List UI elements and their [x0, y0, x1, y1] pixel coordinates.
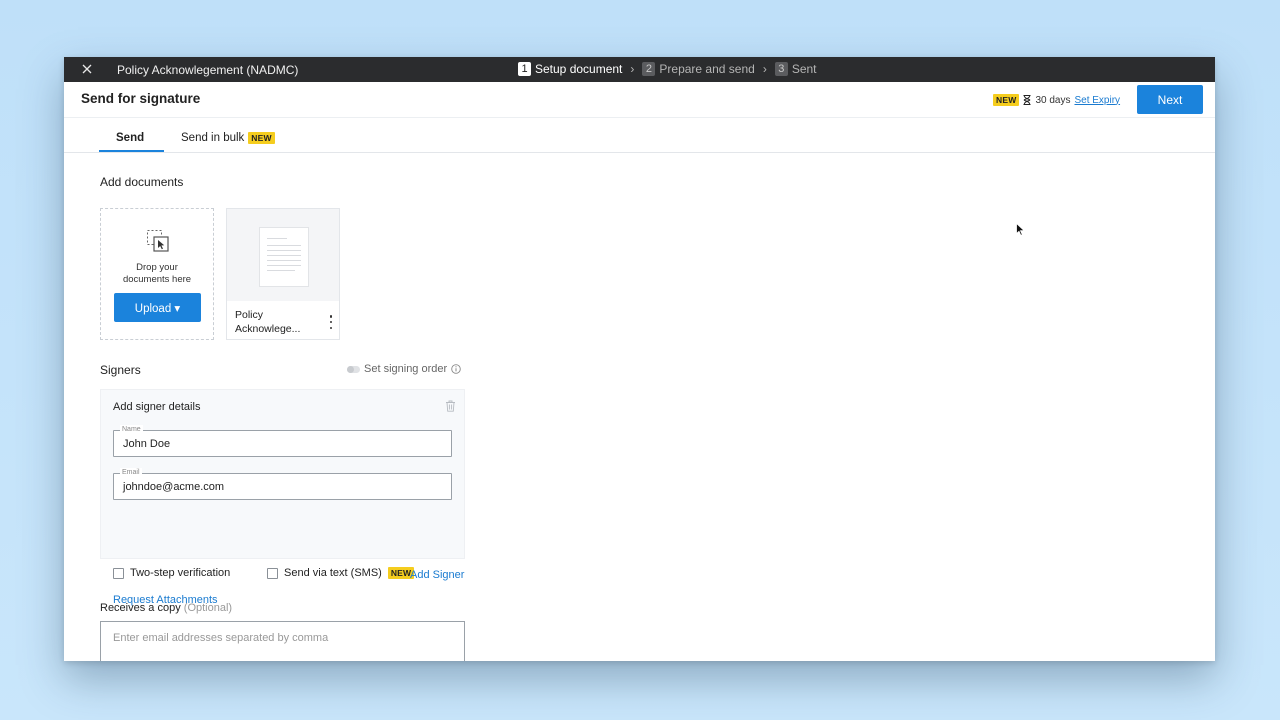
expiry-info: NEW 30 days Set Expiry	[993, 94, 1120, 106]
chevron-right-icon: ›	[762, 62, 767, 76]
expiry-days: 30 days	[1035, 94, 1071, 106]
document-thumbnail	[259, 227, 309, 287]
copy-recipients-input[interactable]	[111, 631, 445, 645]
page-header: Send for signature NEW 30 days Set Expir…	[64, 82, 1215, 118]
chevron-right-icon: ›	[630, 62, 635, 76]
two-step-verification-checkbox[interactable]	[113, 567, 124, 579]
upload-button[interactable]: Upload ▾	[114, 293, 201, 322]
signer-name-value: John Doe	[123, 438, 171, 450]
signer-name-field[interactable]: Name John Doe	[113, 425, 452, 457]
tab-send-in-bulk[interactable]: Send in bulk NEW	[181, 132, 275, 144]
tab-send[interactable]: Send	[116, 132, 144, 144]
add-documents-heading: Add documents	[100, 175, 184, 189]
step-label: Sent	[791, 62, 817, 76]
dropzone-text: Drop your documents here	[122, 262, 192, 285]
document-dropzone[interactable]: Drop your documents here Upload ▾	[100, 208, 214, 340]
hourglass-icon	[1023, 95, 1031, 105]
app-window: Policy Acknowlegement (NADMC) 1 Setup do…	[64, 57, 1215, 661]
signer-card-title: Add signer details	[113, 401, 201, 413]
set-signing-order-toggle[interactable]: Set signing order	[347, 363, 461, 375]
set-expiry-link[interactable]: Set Expiry	[1074, 95, 1120, 106]
step-number: 2	[642, 62, 656, 76]
info-icon[interactable]	[451, 364, 461, 374]
copy-recipients-field[interactable]	[100, 621, 465, 661]
receives-copy-heading: Receives a copy (Optional)	[100, 602, 232, 614]
signing-order-label: Set signing order	[364, 363, 448, 375]
top-bar: Policy Acknowlegement (NADMC) 1 Setup do…	[64, 57, 1215, 82]
document-thumbnail-area	[227, 209, 339, 301]
step-label: Prepare and send	[659, 62, 755, 76]
send-via-sms-label: Send via text (SMS)	[284, 567, 382, 579]
signer-email-value: johndoe@acme.com	[123, 481, 225, 493]
document-title: Policy Acknowlegement (NADMC)	[117, 63, 299, 77]
field-label: Name	[120, 425, 143, 434]
two-step-verification-option[interactable]: Two-step verification	[113, 567, 230, 579]
trash-icon[interactable]	[445, 400, 456, 412]
mouse-cursor-icon	[1016, 223, 1025, 236]
new-badge: NEW	[248, 132, 275, 144]
tab-label: Send in bulk	[181, 132, 245, 144]
toggle-switch[interactable]	[347, 365, 360, 373]
tab-bar: Send Send in bulk NEW	[64, 118, 1215, 153]
receives-copy-label: Receives a copy	[100, 602, 181, 614]
document-card[interactable]: Policy Acknowlege...	[226, 208, 340, 340]
step-progress: 1 Setup document › 2 Prepare and send › …	[518, 62, 817, 76]
step-label: Setup document	[535, 62, 623, 76]
next-button[interactable]: Next	[1137, 85, 1203, 114]
document-name: Policy Acknowlege...	[235, 309, 301, 335]
new-badge: NEW	[993, 94, 1020, 106]
field-label: Email	[120, 468, 142, 477]
step-setup-document: 1 Setup document	[518, 62, 622, 76]
step-number: 1	[518, 62, 531, 76]
active-tab-indicator	[99, 150, 164, 152]
signers-heading: Signers	[100, 363, 141, 377]
more-options-icon[interactable]	[326, 315, 336, 329]
close-button[interactable]	[78, 60, 96, 78]
two-step-verification-label: Two-step verification	[130, 567, 231, 579]
add-signer-link[interactable]: Add Signer	[410, 569, 464, 581]
step-prepare-and-send: 2 Prepare and send	[642, 62, 755, 76]
step-sent: 3 Sent	[774, 62, 817, 76]
optional-label: (Optional)	[183, 602, 233, 614]
signer-email-field[interactable]: Email johndoe@acme.com	[113, 468, 452, 500]
page-title: Send for signature	[81, 91, 201, 106]
drop-file-icon	[147, 230, 169, 252]
signer-card: Add signer details Name John Doe Email j…	[100, 389, 465, 606]
tab-label: Send	[116, 132, 145, 144]
step-number: 3	[774, 62, 788, 76]
send-via-sms-option[interactable]: Send via text (SMS) NEW	[267, 567, 415, 579]
send-via-sms-checkbox[interactable]	[267, 567, 278, 579]
close-icon	[82, 64, 92, 74]
